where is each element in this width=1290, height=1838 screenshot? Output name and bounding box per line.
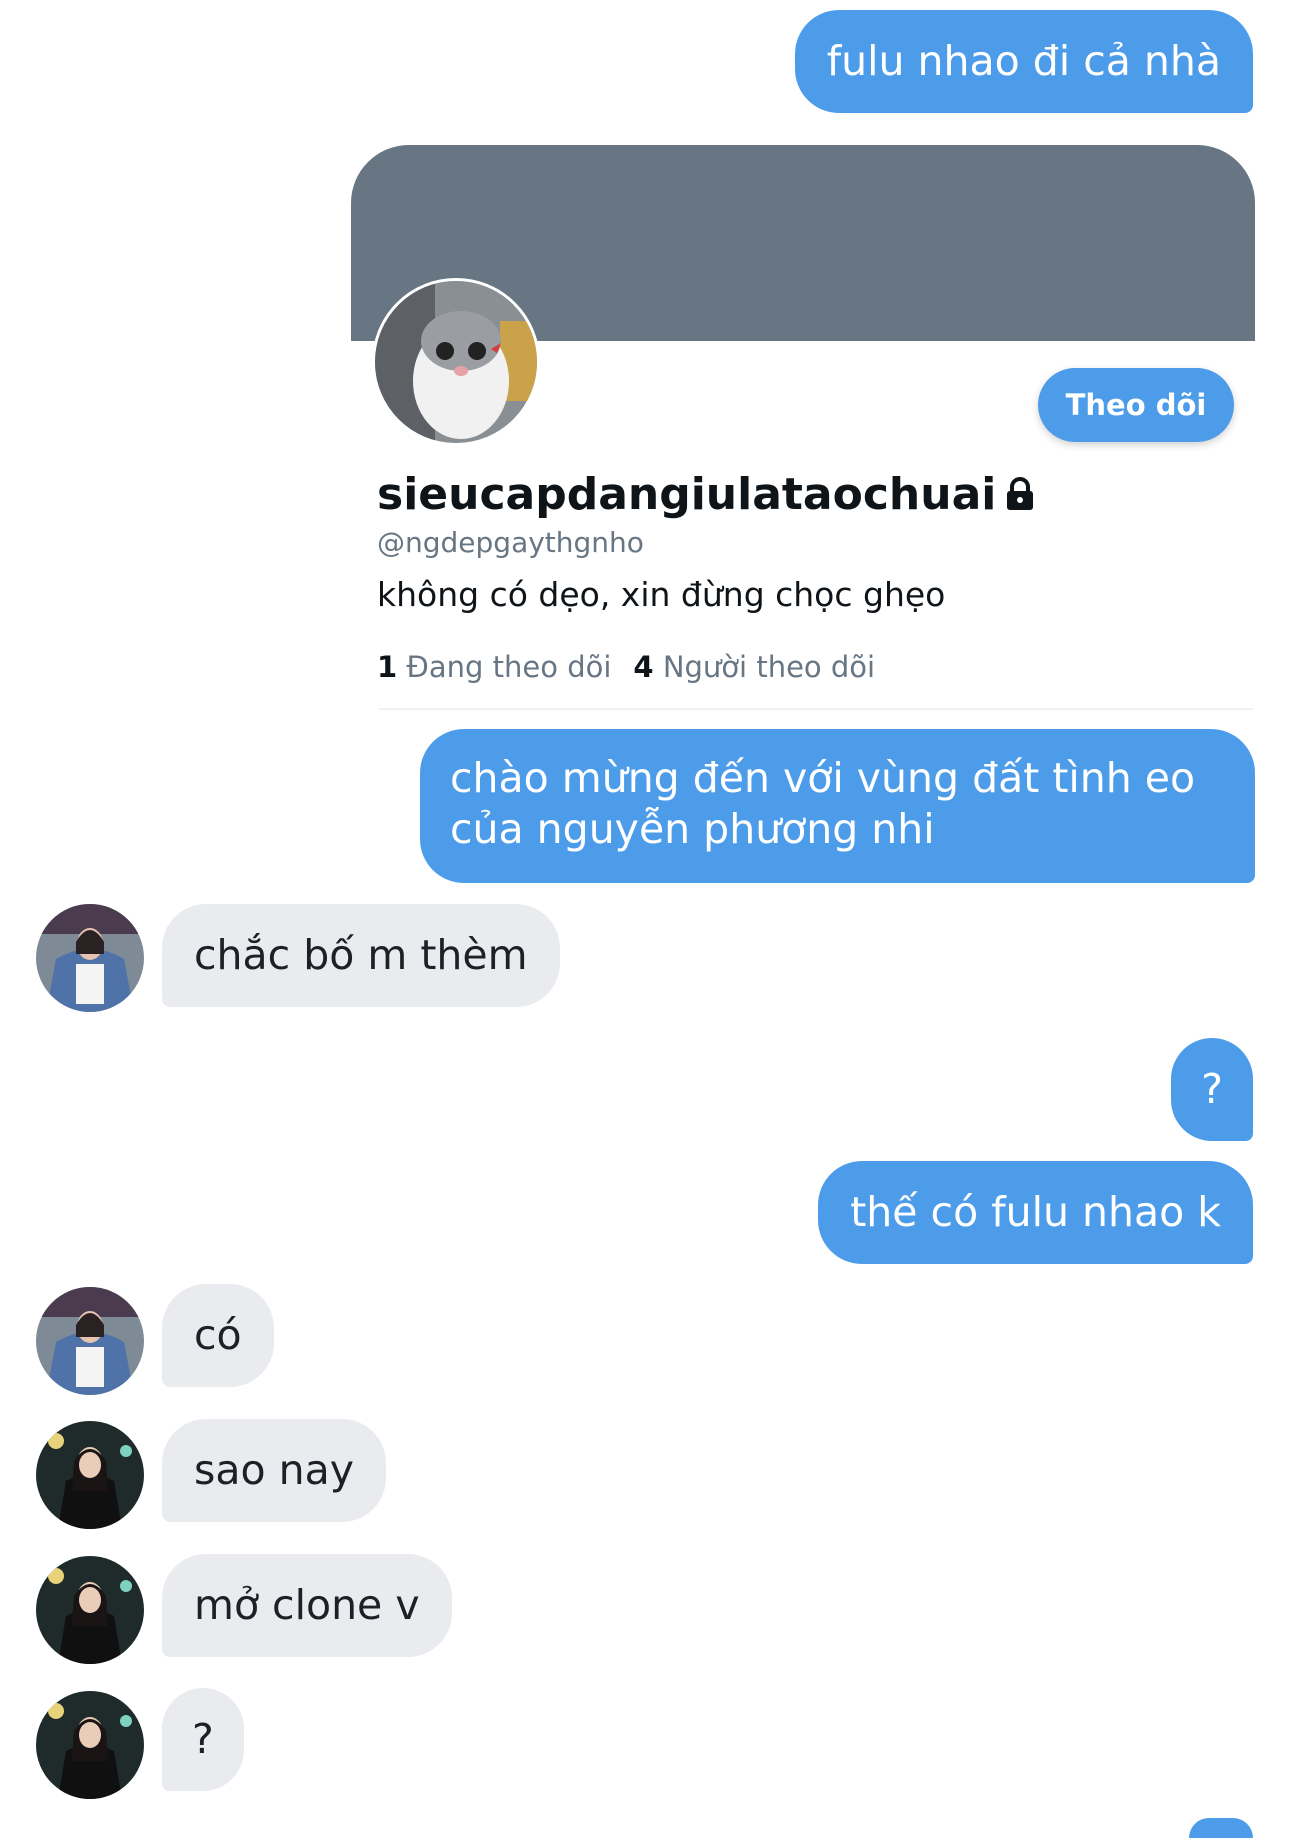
profile-handle: @ngdepgaythgnho <box>377 526 644 559</box>
card-divider <box>379 708 1253 710</box>
message-bubble-sent[interactable]: ? <box>1171 1038 1253 1141</box>
user-avatar-icon <box>36 1287 144 1395</box>
message-bubble-received[interactable]: có <box>162 1284 274 1387</box>
sender-avatar[interactable] <box>36 1421 144 1529</box>
following-count: 1 <box>377 650 398 684</box>
followers-label: Người theo dõi <box>662 650 876 684</box>
message-bubble-sent[interactable]: fulu nhao đi cả nhà <box>794 10 1253 113</box>
display-name-text: sieucapdangiulataochuai <box>377 469 997 520</box>
following-label: Đang theo dõi <box>406 650 612 684</box>
message-bubble-received[interactable]: ? <box>162 1688 244 1791</box>
message-bubble-sent[interactable]: thế có fulu nhao k <box>818 1161 1253 1264</box>
sender-avatar[interactable] <box>36 1287 144 1395</box>
profile-display-name: sieucapdangiulataochuai <box>377 467 1036 525</box>
message-bubble-received[interactable]: chắc bố m thèm <box>162 904 560 1007</box>
message-bubble-received[interactable]: sao nay <box>162 1419 386 1522</box>
user-avatar-icon <box>36 1556 144 1664</box>
cat-avatar-icon <box>375 281 537 443</box>
followers-stat[interactable]: 4 Người theo dõi <box>633 650 875 684</box>
user-avatar-icon <box>36 1421 144 1529</box>
profile-card[interactable]: Theo dõi sieucapdangiulataochuai @ngdepg… <box>351 145 1255 710</box>
sender-avatar[interactable] <box>36 1691 144 1799</box>
user-avatar-icon <box>36 1691 144 1799</box>
profile-avatar[interactable] <box>372 278 540 446</box>
sender-avatar[interactable] <box>36 904 144 1012</box>
sender-avatar[interactable] <box>36 1556 144 1664</box>
following-stat[interactable]: 1 Đang theo dõi <box>377 650 611 684</box>
profile-bio: không có dẹo, xin đừng chọc ghẹo <box>377 575 946 614</box>
message-bubble-sent[interactable]: chào mừng đến với vùng đất tình eo của n… <box>420 729 1255 883</box>
profile-stats: 1 Đang theo dõi 4 Người theo dõi <box>377 647 875 687</box>
message-bubble-received[interactable]: mở clone v <box>162 1554 452 1657</box>
follow-button[interactable]: Theo dõi <box>1038 368 1234 442</box>
followers-count: 4 <box>633 650 654 684</box>
message-bubble-partial <box>1189 1818 1253 1838</box>
user-avatar-icon <box>36 904 144 1012</box>
lock-icon <box>1004 469 1036 525</box>
